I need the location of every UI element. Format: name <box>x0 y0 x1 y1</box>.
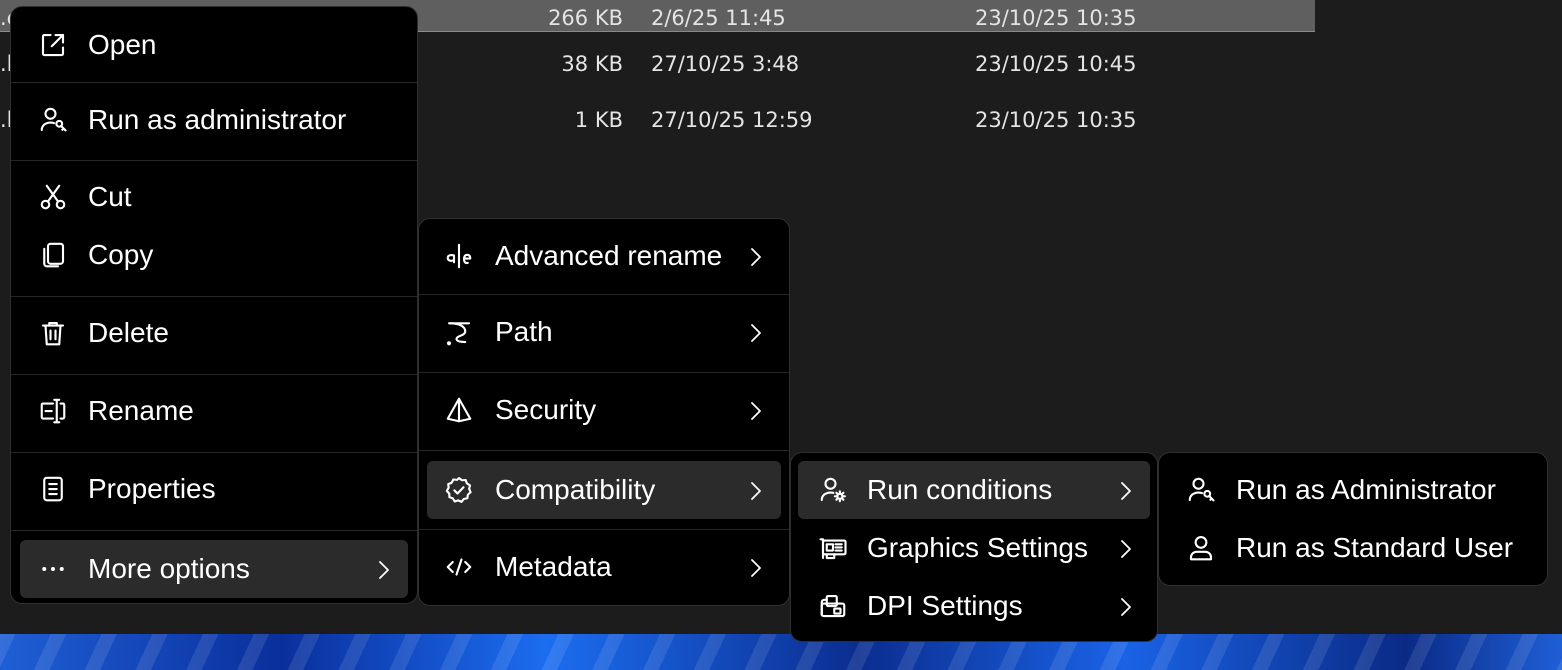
menu-item-security[interactable]: Security <box>419 375 789 445</box>
menu-item-metadata[interactable]: Metadata <box>419 532 789 602</box>
compatibility-menu: Run conditions Graphics Settings DPI Set… <box>790 452 1158 642</box>
menu-divider <box>419 529 789 530</box>
chevron-right-icon <box>1116 594 1136 618</box>
more-options-menu: Advanced rename Path Security Compatibil… <box>418 218 790 606</box>
menu-item-label: Rename <box>88 395 194 426</box>
menu-item-label: Compatibility <box>495 474 656 505</box>
menu-item-delete[interactable]: Delete <box>11 299 417 367</box>
menu-item-label: Security <box>495 394 597 425</box>
file-date-created: 23/10/25 10:45 <box>975 52 1137 76</box>
user-key-icon <box>37 104 69 136</box>
menu-divider <box>11 296 417 297</box>
menu-item-label: Graphics Settings <box>867 532 1088 563</box>
scissors-icon <box>37 181 69 213</box>
menu-item-label: Cut <box>88 181 132 212</box>
menu-item-path[interactable]: Path <box>419 297 789 367</box>
menu-item-run-as-standard-user[interactable]: Run as Standard User <box>1159 519 1547 577</box>
menu-item-label: More options <box>88 553 250 584</box>
menu-item-label: Run conditions <box>867 474 1053 505</box>
text-cursor-icon <box>443 240 475 272</box>
user-settings-icon <box>817 474 849 506</box>
chevron-right-icon <box>746 478 766 502</box>
menu-item-cut[interactable]: Cut <box>11 167 417 227</box>
rename-icon <box>37 395 69 427</box>
desktop-wallpaper <box>0 634 1562 670</box>
chevron-right-icon <box>1116 536 1136 560</box>
menu-item-label: Advanced rename <box>495 240 723 271</box>
menu-divider <box>11 82 417 83</box>
menu-item-advanced-rename[interactable]: Advanced rename <box>419 221 789 291</box>
file-size: 1 KB <box>574 108 623 132</box>
menu-item-run-conditions[interactable]: Run conditions <box>798 461 1150 519</box>
menu-item-more-options[interactable]: More options <box>20 540 408 598</box>
chevron-right-icon <box>746 398 766 422</box>
file-size: 38 KB <box>561 52 623 76</box>
menu-item-label: Copy <box>88 239 154 270</box>
open-external-icon <box>37 29 69 61</box>
menu-item-properties[interactable]: Properties <box>11 455 417 523</box>
menu-item-run-as-administrator[interactable]: Run as administrator <box>11 85 417 155</box>
chevron-right-icon <box>746 555 766 579</box>
menu-item-copy[interactable]: Copy <box>11 225 417 285</box>
file-date-modified: 2/6/25 11:45 <box>651 6 786 30</box>
menu-item-label: Run as Administrator <box>1236 474 1496 505</box>
properties-icon <box>37 473 69 505</box>
menu-item-label: DPI Settings <box>867 590 1023 621</box>
menu-item-label: Run as administrator <box>88 104 347 135</box>
menu-item-open[interactable]: Open <box>11 11 417 79</box>
dpi-icon <box>817 590 849 622</box>
menu-item-label: Open <box>88 29 157 60</box>
menu-divider <box>419 294 789 295</box>
menu-item-run-as-administrator-option[interactable]: Run as Administrator <box>1159 461 1547 519</box>
menu-item-label: Delete <box>88 317 169 348</box>
code-icon <box>443 551 475 583</box>
file-date-modified: 27/10/25 3:48 <box>651 52 800 76</box>
menu-divider <box>11 160 417 161</box>
menu-item-graphics-settings[interactable]: Graphics Settings <box>791 519 1157 577</box>
security-icon <box>443 394 475 426</box>
chevron-right-icon <box>746 244 766 268</box>
user-icon <box>1185 532 1217 564</box>
chevron-right-icon <box>374 557 394 581</box>
copy-icon <box>37 239 69 271</box>
run-conditions-menu: Run as Administrator Run as Standard Use… <box>1158 452 1548 586</box>
context-menu: Open Run as administrator Cut Copy Delet… <box>10 6 418 604</box>
graphics-card-icon <box>817 532 849 564</box>
chevron-right-icon <box>1116 478 1136 502</box>
menu-item-compatibility[interactable]: Compatibility <box>427 461 781 519</box>
path-icon <box>443 316 475 348</box>
menu-divider <box>419 372 789 373</box>
file-date-modified: 27/10/25 12:59 <box>651 108 813 132</box>
menu-divider <box>11 530 417 531</box>
file-date-created: 23/10/25 10:35 <box>975 6 1137 30</box>
more-horizontal-icon <box>37 553 69 585</box>
menu-item-rename[interactable]: Rename <box>11 377 417 445</box>
trash-icon <box>37 317 69 349</box>
file-size: 266 KB <box>548 6 623 30</box>
menu-item-dpi-settings[interactable]: DPI Settings <box>791 577 1157 635</box>
menu-item-label: Properties <box>88 473 216 504</box>
menu-divider <box>11 452 417 453</box>
menu-item-label: Run as Standard User <box>1236 532 1514 563</box>
menu-item-label: Metadata <box>495 551 612 582</box>
verified-badge-icon <box>443 474 475 506</box>
menu-divider <box>11 374 417 375</box>
menu-item-label: Path <box>495 316 553 347</box>
user-key-icon <box>1185 474 1217 506</box>
menu-divider <box>419 450 789 451</box>
chevron-right-icon <box>746 320 766 344</box>
file-date-created: 23/10/25 10:35 <box>975 108 1137 132</box>
